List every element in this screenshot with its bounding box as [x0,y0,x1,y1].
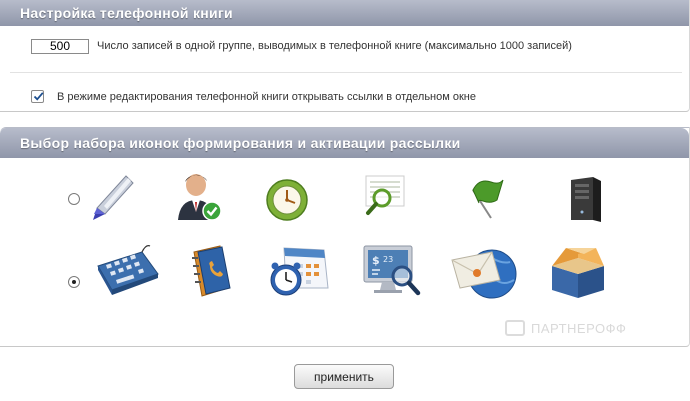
keyboard-icon [97,245,159,295]
iconset-radio-1[interactable] [68,193,80,205]
watermark-text: ПАРТНЕРОФФ [531,320,627,336]
records-per-group-input[interactable] [31,38,89,54]
partneroff-logo-icon [505,320,525,336]
magnifier-document-icon [365,175,405,215]
records-per-group-row: Число записей в одной группе, выводимых … [31,37,572,55]
green-flag-icon [472,179,504,219]
apply-button[interactable]: применить [294,364,394,389]
partneroff-watermark: ПАРТНЕРОФФ [505,320,626,336]
iconset-radio-2[interactable] [68,276,80,288]
server-tower-icon [571,177,601,222]
clock-icon [266,179,308,221]
iconset-panel: Выбор набора иконок формирования и актив… [0,127,690,347]
open-links-row: В режиме редактирования телефонной книги… [31,89,476,104]
phonebook-settings-panel: Настройка телефонной книги Число записей… [0,0,690,112]
open-box-icon [552,248,604,298]
svg-text:$: $ [372,254,380,267]
monitor-magnifier-icon: $ 23 [363,245,421,296]
pen-icon [93,175,134,220]
calendar-clock-icon [270,247,329,296]
open-links-checkbox[interactable] [31,90,44,103]
records-per-group-label: Число записей в одной группе, выводимых … [97,40,572,52]
svg-text:23: 23 [383,255,393,264]
iconset-title: Выбор набора иконок формирования и актив… [0,128,689,158]
open-links-label: В режиме редактирования телефонной книги… [57,90,476,103]
mail-globe-icon [451,249,517,299]
phonebook-settings-title: Настройка телефонной книги [0,0,689,26]
checkmark-icon [33,92,44,101]
divider [10,72,682,73]
address-book-icon [192,245,231,297]
user-check-icon [178,174,222,221]
